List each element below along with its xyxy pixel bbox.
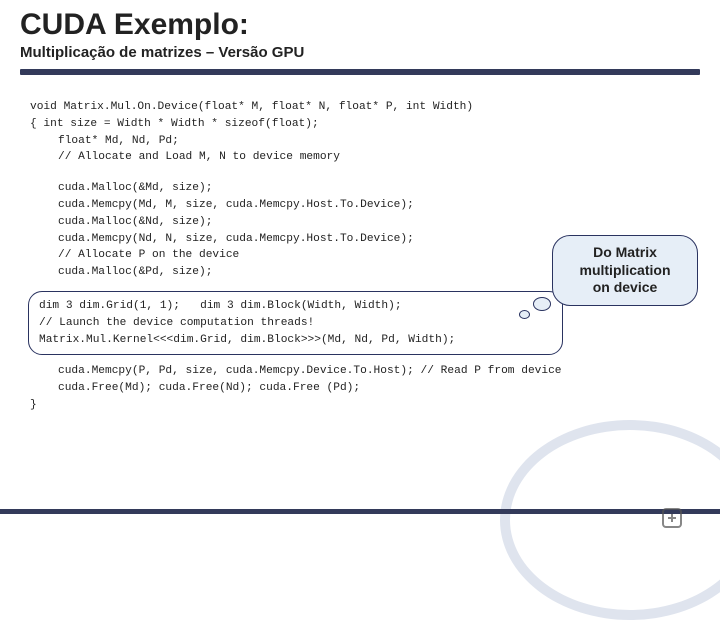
highlighted-code-box: dim 3 dim.Grid(1, 1); dim 3 dim.Block(Wi… bbox=[28, 291, 563, 355]
code-line: float* Md, Nd, Pd; bbox=[30, 133, 698, 150]
slide-header: CUDA Exemplo: Multiplicação de matrizes … bbox=[0, 0, 720, 85]
code-line: Matrix.Mul.Kernel<<<dim.Grid, dim.Block>… bbox=[39, 332, 552, 349]
callout-text-line: on device bbox=[559, 279, 691, 297]
slide-body: void Matrix.Mul.On.Device(float* M, floa… bbox=[0, 85, 720, 414]
callout-text-line: Do Matrix bbox=[559, 244, 691, 262]
code-line: cuda.Malloc(&Md, size); bbox=[30, 180, 698, 197]
header-divider bbox=[20, 69, 700, 75]
callout-text-line: multiplication bbox=[559, 262, 691, 280]
code-line: cuda.Malloc(&Nd, size); bbox=[30, 214, 698, 231]
code-line: cuda.Memcpy(P, Pd, size, cuda.Memcpy.Dev… bbox=[30, 363, 698, 380]
code-line: dim 3 dim.Grid(1, 1); dim 3 dim.Block(Wi… bbox=[39, 298, 552, 315]
footer-divider bbox=[0, 509, 720, 514]
code-line: void Matrix.Mul.On.Device(float* M, floa… bbox=[30, 99, 698, 116]
slide-subtitle: Multiplicação de matrizes – Versão GPU bbox=[20, 44, 700, 61]
callout-bubble: Do Matrix multiplication on device bbox=[552, 235, 698, 306]
code-line: cuda.Free(Md); cuda.Free(Nd); cuda.Free … bbox=[30, 380, 698, 397]
code-line: cuda.Memcpy(Md, M, size, cuda.Memcpy.Hos… bbox=[30, 197, 698, 214]
footer-logo bbox=[642, 500, 702, 536]
code-line: // Allocate and Load M, N to device memo… bbox=[30, 149, 698, 166]
logo-icon bbox=[660, 506, 684, 530]
code-line: // Launch the device computation threads… bbox=[39, 315, 552, 332]
code-line: } bbox=[30, 397, 698, 414]
slide-title: CUDA Exemplo: bbox=[20, 8, 700, 42]
code-line: { int size = Width * Width * sizeof(floa… bbox=[30, 116, 698, 133]
